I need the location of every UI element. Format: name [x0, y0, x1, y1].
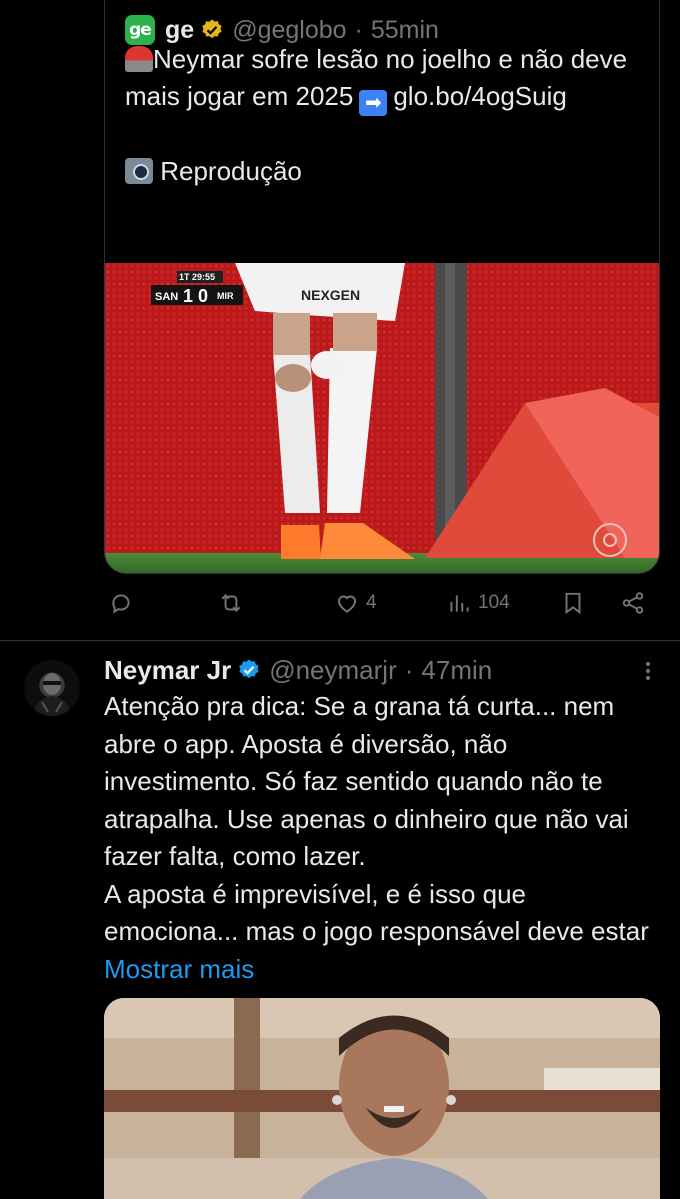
blue-verified-badge-icon [239, 659, 259, 679]
quoted-tweet-text: Neymar sofre lesão no joelho e não deve … [125, 41, 645, 190]
like-count: 4 [366, 592, 377, 613]
show-more-link[interactable]: Mostrar mais [104, 954, 254, 984]
views-button[interactable]: 104 [446, 590, 510, 616]
quoted-tweet-image[interactable]: 1T 29:55 SAN 1 0 MIR NEXGEN [105, 263, 659, 573]
tweet-text-paragraph-1: Atenção pra dica: Se a grana tá curta...… [104, 691, 629, 871]
tweet-video[interactable] [104, 998, 660, 1199]
scorebug-home-score: 1 [183, 286, 193, 306]
retweet-button[interactable] [218, 590, 250, 616]
author-handle[interactable]: @neymarjr [269, 655, 397, 686]
reply-icon [112, 594, 130, 614]
tweet-text-paragraph-2: A aposta é imprevisível, e é isso que em… [104, 876, 660, 989]
tweet-time[interactable]: 47min [421, 655, 492, 686]
bookmark-button[interactable] [560, 590, 586, 616]
photo-credit: Reprodução [160, 156, 302, 186]
tweet-action-bar: 4 104 [104, 590, 660, 626]
share-icon [622, 592, 644, 614]
tweet-header: Neymar Jr @neymarjr · 47min [104, 652, 492, 688]
views-chart-icon [450, 595, 469, 612]
like-button[interactable]: 4 [334, 590, 377, 616]
heart-icon [337, 595, 357, 613]
share-button[interactable] [620, 590, 646, 616]
siren-emoji-icon [125, 46, 153, 72]
more-options-icon[interactable] [636, 658, 660, 684]
camera-flash-emoji-icon [125, 158, 153, 184]
player-injury-photo: 1T 29:55 SAN 1 0 MIR NEXGEN [105, 263, 659, 573]
reply-button[interactable] [108, 590, 140, 616]
bookmark-icon [565, 592, 581, 615]
retweet-icon [221, 594, 241, 612]
neymar-video-thumbnail [104, 998, 660, 1199]
scorebug-away-team: MIR [217, 291, 234, 301]
gold-verified-badge-icon [202, 19, 222, 39]
author-name[interactable]: Neymar Jr [104, 655, 231, 686]
scorebug-home-team: SAN [155, 291, 178, 303]
shorts-sponsor-text: NEXGEN [301, 287, 360, 303]
scorebug-away-score: 0 [198, 286, 208, 306]
right-arrow-emoji-icon: ➡ [359, 90, 388, 116]
quoted-tweet-card[interactable]: ge ge @geglobo · 55min Neymar sofre lesã… [104, 0, 660, 574]
views-count: 104 [478, 592, 510, 613]
tweet-text: Atenção pra dica: Se a grana tá curta...… [104, 688, 660, 988]
avatar[interactable] [24, 660, 80, 716]
header-separator: · [404, 654, 414, 685]
scorebug-time: 1T 29:55 [179, 272, 215, 282]
quoted-tweet-link[interactable]: glo.bo/4ogSuig [393, 81, 566, 111]
tweet-divider [0, 640, 680, 641]
avatar-photo [32, 673, 72, 716]
tweet-text-paragraph-2-body: A aposta é imprevisível, e é isso que em… [104, 878, 649, 947]
